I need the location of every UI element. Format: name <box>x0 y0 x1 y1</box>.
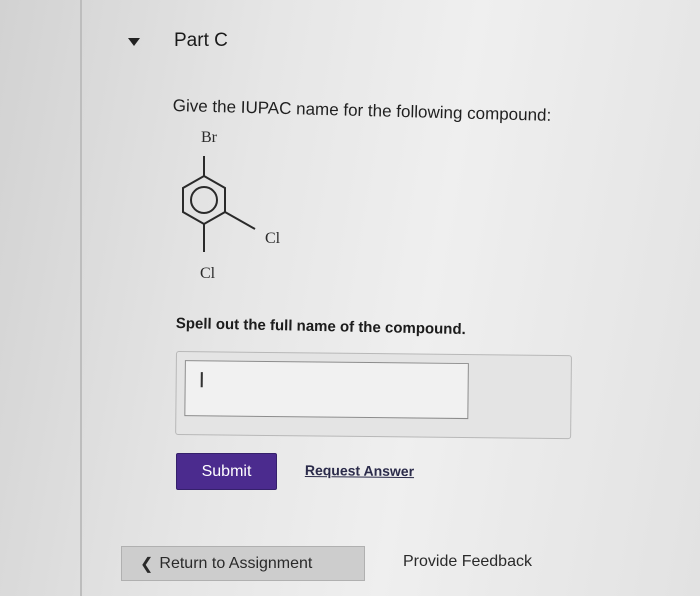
answer-instruction: Spell out the full name of the compound. <box>175 315 466 339</box>
part-title: Part C <box>174 30 228 51</box>
answer-input[interactable] <box>184 360 469 420</box>
chevron-left-icon: ❮ <box>140 555 154 573</box>
text-cursor-icon: I <box>198 367 205 393</box>
benzene-ring-diagram <box>182 156 256 252</box>
left-rule <box>80 0 82 596</box>
collapse-caret-icon[interactable] <box>128 38 140 46</box>
submit-button[interactable]: Submit <box>176 453 277 490</box>
answer-panel: I <box>175 351 572 440</box>
atom-chlorine-right: Cl <box>265 230 281 247</box>
atom-chlorine-bottom: Cl <box>200 265 216 282</box>
provide-feedback-link[interactable]: Provide Feedback <box>403 553 532 571</box>
atom-bromine: Br <box>201 129 217 146</box>
return-to-assignment-button[interactable]: ❮ Return to Assignment <box>121 546 365 581</box>
compound-structure: Br Cl Cl <box>160 120 300 290</box>
page: Part C Give the IUPAC name for the follo… <box>0 0 700 596</box>
return-label: Return to Assignment <box>159 554 313 572</box>
request-answer-link[interactable]: Request Answer <box>305 462 414 479</box>
